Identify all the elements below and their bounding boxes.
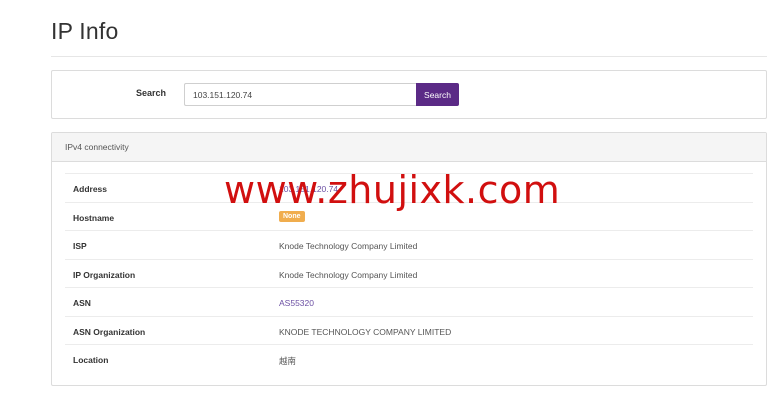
search-button[interactable]: Search — [416, 83, 459, 106]
table-row: ASN AS55320 — [65, 287, 753, 316]
page-title: IP Info — [51, 18, 119, 44]
address-link[interactable]: 103.151.120.74 — [279, 184, 338, 194]
search-input[interactable] — [184, 83, 416, 106]
row-value: Knode Technology Company Limited — [279, 269, 418, 280]
panel-header: IPv4 connectivity — [52, 133, 766, 162]
row-value: 越南 — [279, 356, 297, 366]
table-row: Address 103.151.120.74 — [65, 173, 753, 202]
row-key: Address — [73, 184, 108, 194]
table-row: IP Organization Knode Technology Company… — [65, 258, 753, 288]
row-key: Hostname — [73, 212, 115, 223]
info-table: Address 103.151.120.74 Hostname None ISP… — [65, 173, 753, 373]
row-value: Knode Technology Company Limited — [279, 241, 418, 251]
search-label: Search — [136, 88, 167, 98]
table-row: Location 越南 — [65, 344, 753, 373]
row-key: ASN Organization — [73, 326, 146, 337]
table-row: ISP Knode Technology Company Limited — [65, 230, 753, 259]
hostname-badge: None — [279, 210, 305, 222]
table-row: ASN Organization KNODE TECHNOLOGY COMPAN… — [65, 315, 753, 345]
asn-link[interactable]: AS55320 — [279, 298, 314, 308]
row-key: ISP — [73, 241, 87, 251]
row-value: KNODE TECHNOLOGY COMPANY LIMITED — [279, 326, 452, 337]
ipv4-connectivity-panel: IPv4 connectivity Address 103.151.120.74… — [51, 132, 767, 386]
search-panel: Search Search — [51, 70, 767, 119]
row-key: IP Organization — [73, 269, 136, 280]
title-divider — [51, 56, 767, 57]
row-key: Location — [73, 355, 109, 365]
row-key: ASN — [73, 298, 91, 308]
table-row: Hostname None — [65, 201, 753, 231]
